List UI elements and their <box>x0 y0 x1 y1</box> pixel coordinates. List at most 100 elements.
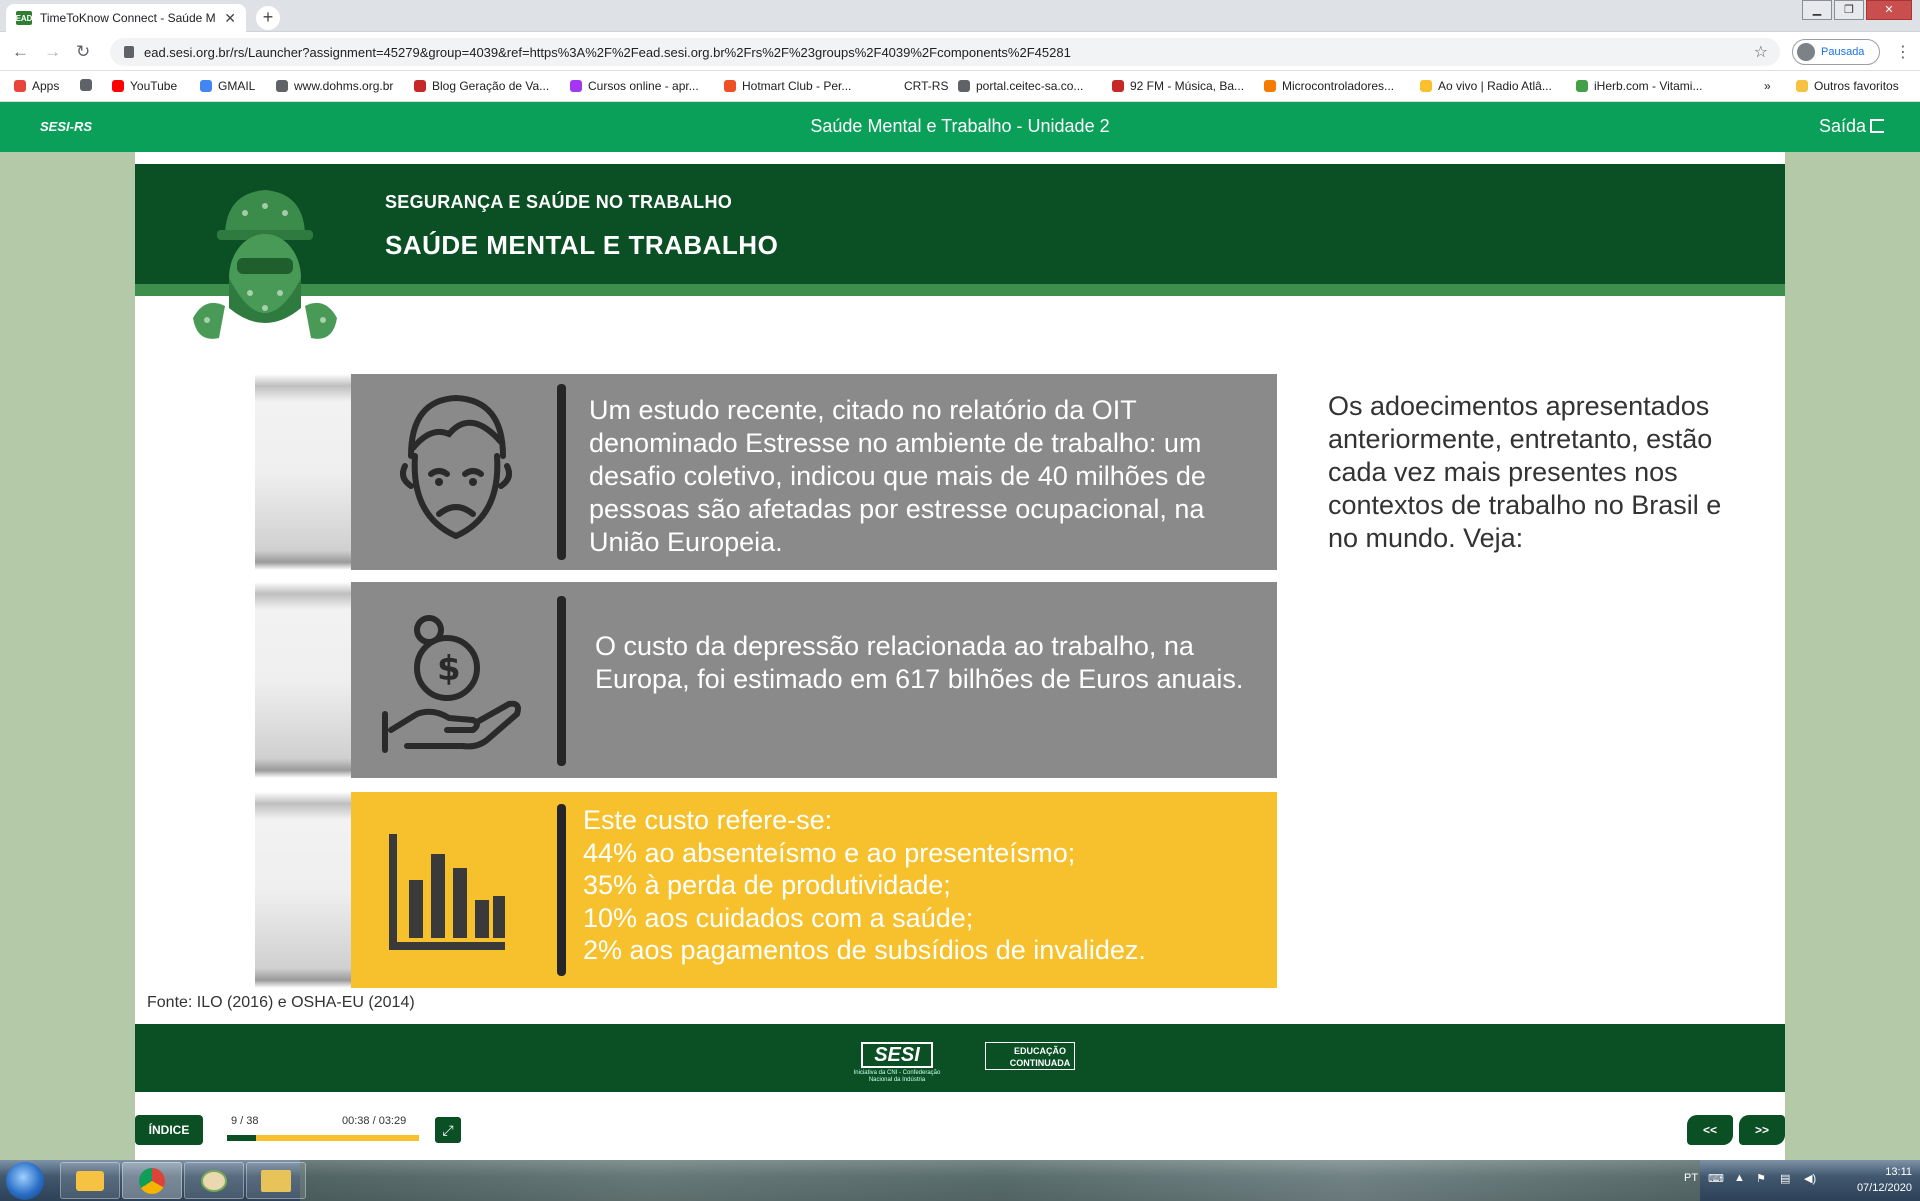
window-controls: ▁ ❐ ✕ <box>1802 0 1912 20</box>
close-tab-icon[interactable]: ✕ <box>224 10 236 27</box>
exit-label: Saída <box>1818 116 1866 136</box>
avatar <box>1797 43 1815 61</box>
bookmark-item[interactable]: Outros favoritos <box>1796 79 1899 93</box>
tray-expand-icon[interactable]: ▲ <box>1734 1172 1745 1184</box>
udemy-icon <box>570 80 582 92</box>
bookmark-item[interactable] <box>80 79 98 91</box>
url-text: ead.sesi.org.br/rs/Launcher?assignment=4… <box>144 44 1071 60</box>
blog-icon <box>414 80 426 92</box>
language-indicator[interactable]: PT <box>1684 1172 1698 1184</box>
taskbar-explorer-icon[interactable] <box>246 1162 306 1199</box>
google-icon <box>200 80 212 92</box>
card-body: $ O custo da depressão relacionada ao tr… <box>351 582 1277 778</box>
taskbar-paint-icon[interactable] <box>184 1162 244 1199</box>
bookmark-item[interactable]: YouTube <box>112 79 177 93</box>
profile-button[interactable]: Pausada <box>1792 39 1880 65</box>
left-side-panel <box>0 152 135 1160</box>
url-field[interactable]: ead.sesi.org.br/rs/Launcher?assignment=4… <box>110 38 1780 66</box>
bookmark-label: Ao vivo | Radio Atlâ... <box>1438 79 1552 93</box>
card-body: Um estudo recente, citado no relatório d… <box>351 374 1277 570</box>
minimize-icon[interactable]: ▁ <box>1802 0 1832 20</box>
bookmark-item[interactable]: iHerb.com - Vitami... <box>1576 79 1702 93</box>
maximize-icon[interactable]: ❐ <box>1834 0 1864 20</box>
player-controls: ÍNDICE 9 / 38 00:38 / 03:29 ⤢ << >> <box>135 1115 1785 1145</box>
bookmark-item[interactable]: Apps <box>14 79 59 93</box>
previous-button[interactable]: << <box>1687 1115 1733 1145</box>
youtube-icon <box>112 80 124 92</box>
slide-header: SEGURANÇA E SAÚDE NO TRABALHO SAÚDE MENT… <box>135 164 1785 296</box>
volume-icon[interactable]: ◀) <box>1804 1172 1816 1185</box>
bookmarks-bar: Apps YouTube GMAIL www.dohms.org.br Blog Ger… <box>0 72 1920 102</box>
card-text-block: Este custo refere-se: 44% ao absenteísmo… <box>583 804 1263 967</box>
bookmark-item[interactable]: » <box>1764 79 1771 93</box>
info-card-stress: Um estudo recente, citado no relatório d… <box>255 374 1277 570</box>
browser-tab[interactable]: EAD TimeToKnow Connect - Saúde M ✕ <box>6 4 246 32</box>
folder-icon <box>1796 80 1808 92</box>
bookmark-label: iHerb.com - Vitami... <box>1594 79 1703 93</box>
info-card-breakdown: Este custo refere-se: 44% ao absenteísmo… <box>255 792 1277 988</box>
address-bar-row: ← → ↻ ead.sesi.org.br/rs/Launcher?assign… <box>0 33 1920 71</box>
card-rail <box>255 582 351 778</box>
slide: SEGURANÇA E SAÚDE NO TRABALHO SAÚDE MENT… <box>135 164 1785 1092</box>
cost-line: 44% ao absenteísmo e ao presenteísmo; <box>583 837 1076 868</box>
flag-icon[interactable]: ⚑ <box>1756 1172 1766 1185</box>
windows-start-icon[interactable] <box>6 1162 44 1200</box>
progress-bar[interactable] <box>227 1135 419 1141</box>
bar-chart-icon <box>389 834 505 950</box>
right-side-panel <box>1785 152 1920 1160</box>
bookmark-item[interactable]: Hotmart Club - Per... <box>724 79 851 93</box>
browser-tab-bar: EAD TimeToKnow Connect - Saúde M ✕ + ▁ ❐… <box>0 0 1920 32</box>
bookmark-item[interactable]: www.dohms.org.br <box>276 79 393 93</box>
taskbar-mail-icon[interactable] <box>60 1162 120 1199</box>
bookmark-star-icon[interactable]: ☆ <box>1754 42 1768 62</box>
cost-intro: Este custo refere-se: <box>583 805 833 835</box>
iherb-icon <box>1576 80 1588 92</box>
header-stripe <box>135 284 1785 296</box>
keyboard-icon[interactable]: ⌨ <box>1708 1172 1724 1185</box>
close-window-icon[interactable]: ✕ <box>1866 0 1912 20</box>
globe-icon <box>958 80 970 92</box>
taskbar-chrome-icon[interactable] <box>122 1162 182 1199</box>
bookmark-item[interactable]: Ao vivo | Radio Atlâ... <box>1420 79 1552 93</box>
blogger-icon <box>1264 80 1276 92</box>
reload-icon[interactable]: ↻ <box>76 42 90 62</box>
progress-fill <box>227 1135 256 1141</box>
bookmark-item[interactable]: 92 FM - Música, Ba... <box>1112 79 1244 93</box>
card-divider <box>557 384 566 560</box>
bookmark-item[interactable]: GMAIL <box>200 79 255 93</box>
network-icon[interactable]: ▤ <box>1780 1172 1790 1185</box>
bookmark-item[interactable]: portal.ceitec-sa.co... <box>958 79 1083 93</box>
bookmark-item[interactable]: Microcontroladores... <box>1264 79 1394 93</box>
next-button[interactable]: >> <box>1739 1115 1785 1145</box>
bookmark-item[interactable]: Blog Geração de Va... <box>414 79 549 93</box>
app-header: SESI-RS Saúde Mental e Trabalho - Unidad… <box>0 102 1920 152</box>
sesi-tagline: Iniciativa da CNI - Confederação Naciona… <box>853 1070 941 1083</box>
course-title: Saúde Mental e Trabalho - Unidade 2 <box>810 116 1110 136</box>
fullscreen-expand-icon[interactable]: ⤢ <box>435 1117 461 1143</box>
bookmark-label: CRT-RS <box>904 79 949 93</box>
bookmark-item[interactable]: Cursos online - apr... <box>570 79 699 93</box>
card-divider <box>557 596 566 766</box>
bookmark-label: GMAIL <box>218 79 256 93</box>
index-button[interactable]: ÍNDICE <box>135 1115 203 1145</box>
clock[interactable]: 13:11 07/12/2020 <box>1857 1164 1912 1196</box>
bookmark-label: www.dohms.org.br <box>294 79 394 93</box>
back-arrow-icon[interactable]: ← <box>12 42 29 62</box>
card-text: Um estudo recente, citado no relatório d… <box>589 395 1206 557</box>
forward-arrow-icon[interactable]: → <box>44 42 61 62</box>
hotmart-icon <box>724 80 736 92</box>
slide-title: SAÚDE MENTAL E TRABALHO <box>385 230 779 260</box>
time-counter: 00:38 / 03:29 <box>342 1115 407 1127</box>
new-tab-button[interactable]: + <box>256 6 280 30</box>
bookmark-label: » <box>1764 79 1771 93</box>
bookmark-item[interactable]: CRT-RS <box>886 79 948 93</box>
card-rail <box>255 792 351 988</box>
card-divider <box>557 804 566 976</box>
browser-menu-icon[interactable]: ⋮ <box>1895 42 1911 62</box>
clock-time: 13:11 <box>1885 1166 1912 1178</box>
exit-button[interactable]: Saída <box>1819 116 1884 137</box>
side-paragraph: Os adoecimentos apresentados anteriormen… <box>1328 391 1722 553</box>
worker-mascot-icon <box>193 190 337 339</box>
exit-icon <box>1870 119 1884 133</box>
profile-status: Pausada <box>1821 46 1865 58</box>
